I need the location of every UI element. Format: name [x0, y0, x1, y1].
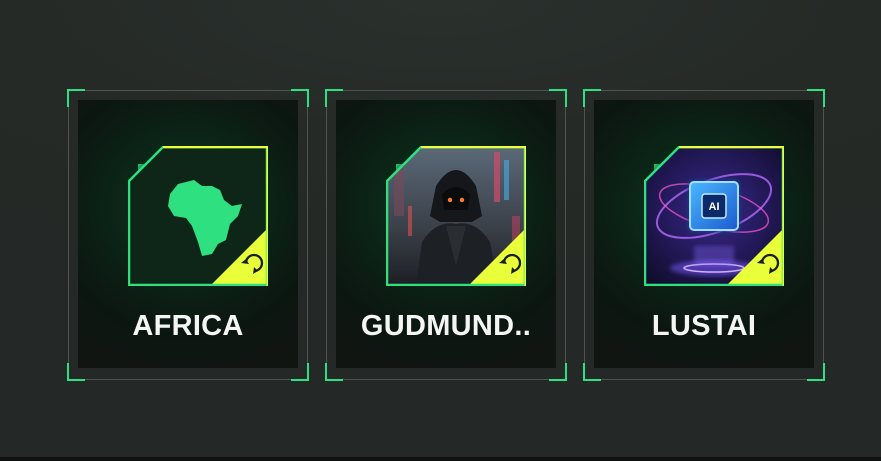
bottom-strip — [0, 457, 881, 461]
card-title: GUDMUND.. — [360, 310, 532, 342]
card-panel: AFRICA — [78, 100, 298, 368]
card-panel: AI LUSTAI — [594, 100, 814, 368]
ai-chip-image: AI — [644, 146, 784, 286]
card-title: LUSTAI — [651, 310, 757, 342]
card-gudmund[interactable]: GUDMUND.. — [325, 89, 567, 381]
card-thumbnail — [128, 146, 268, 286]
card-panel: GUDMUND.. — [336, 100, 556, 368]
card-lustai[interactable]: AI LUSTAI — [583, 89, 825, 381]
card-thumbnail — [386, 146, 526, 286]
hooded-figure-image — [386, 146, 526, 286]
svg-text:AI: AI — [709, 201, 720, 213]
card-africa[interactable]: AFRICA — [67, 89, 309, 381]
africa-map-icon — [128, 146, 268, 286]
card-title: AFRICA — [132, 310, 244, 342]
card-thumbnail: AI — [644, 146, 784, 286]
